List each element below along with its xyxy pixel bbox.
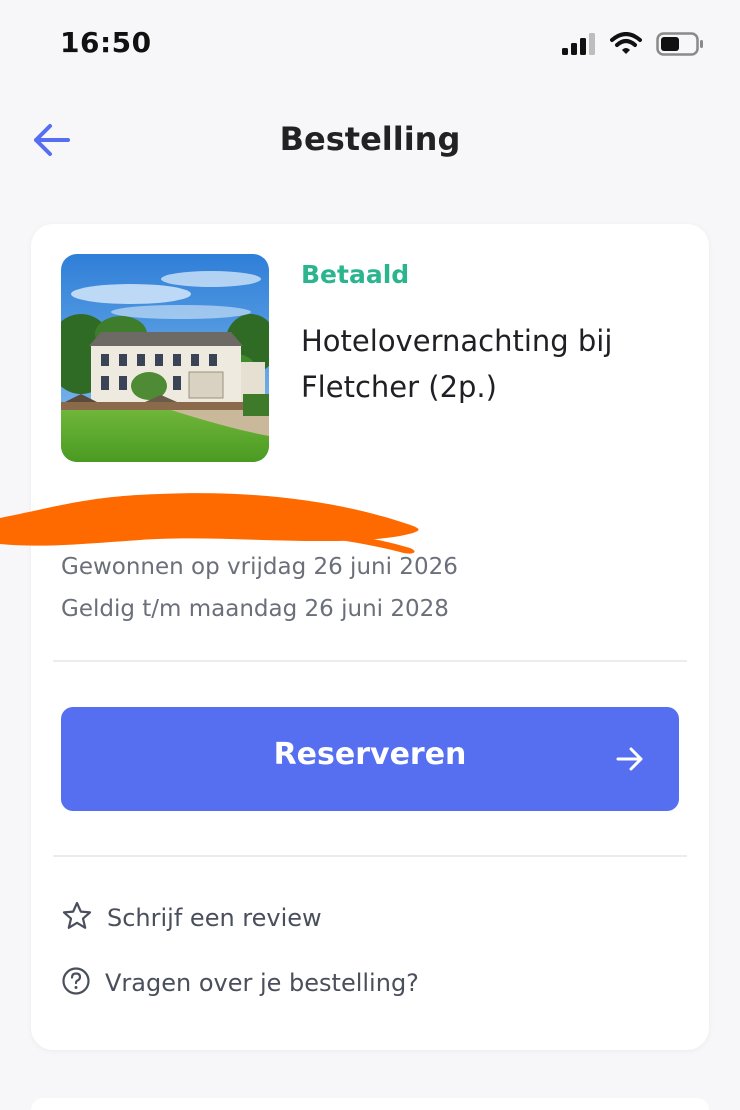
order-card: Betaald Hotelovernachting bij Fletcher (… — [0, 224, 709, 1050]
write-review-label: Schrijf een review — [107, 904, 322, 932]
status-time: 16:50 — [60, 26, 152, 59]
order-questions-link[interactable]: Vragen over je bestelling? — [61, 966, 419, 1000]
divider — [53, 660, 687, 662]
status-bar: 16:50 — [0, 0, 740, 80]
hotel-image — [61, 254, 269, 462]
divider — [53, 855, 687, 857]
reserve-button[interactable]: Reserveren — [61, 707, 679, 811]
order-questions-label: Vragen over je bestelling? — [105, 969, 419, 997]
star-icon — [61, 900, 93, 936]
won-date: Gewonnen op vrijdag 26 juni 2026 — [61, 554, 458, 580]
valid-until-date: Geldig t/m maandag 26 juni 2028 — [61, 596, 449, 622]
page-title: Bestelling — [279, 120, 461, 158]
question-circle-icon — [61, 966, 91, 1000]
navigation-bar: Bestelling — [0, 100, 740, 180]
arrow-right-icon — [615, 745, 645, 777]
write-review-link[interactable]: Schrijf een review — [61, 900, 322, 936]
status-icons — [562, 32, 704, 60]
payment-status-label: Betaald — [301, 260, 410, 289]
reserve-button-label: Reserveren — [273, 737, 467, 772]
product-title: Hotelovernachting bij Fletcher (2p.) — [301, 324, 613, 404]
wifi-icon — [610, 32, 642, 60]
battery-icon — [656, 32, 704, 60]
cellular-signal-icon — [562, 33, 596, 59]
next-card-edge — [31, 1098, 709, 1110]
